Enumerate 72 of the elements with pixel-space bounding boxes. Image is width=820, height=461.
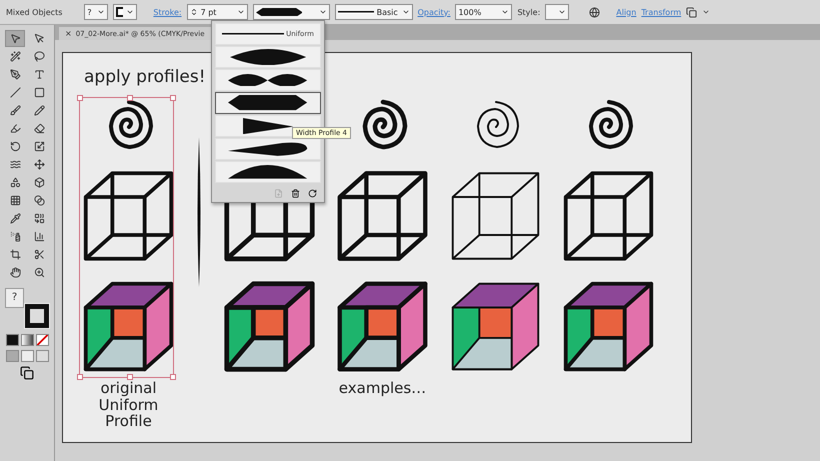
pen-icon (10, 69, 20, 80)
type-icon (34, 69, 44, 80)
fill-dropdown[interactable]: ? (84, 4, 108, 20)
tool-button[interactable] (5, 30, 25, 47)
cube-icon (34, 177, 44, 188)
screen-mode-icon[interactable] (20, 366, 34, 380)
waves-icon (10, 159, 20, 170)
delete-icon[interactable] (291, 188, 300, 198)
caret-icon (126, 8, 134, 16)
rotate-icon (10, 141, 20, 152)
eyedropper-icon (10, 213, 20, 224)
hand-icon (10, 267, 20, 278)
move-icon (34, 159, 44, 170)
pointer-icon (10, 33, 20, 44)
width-shape-icon (230, 48, 306, 66)
eraser-icon (34, 123, 44, 134)
width-shape-icon (242, 118, 294, 134)
style-label: Style: (517, 8, 540, 16)
artwork-caption: examples… (338, 380, 426, 396)
width-shape-icon (228, 142, 308, 156)
artwork-caption: original Uniform Profile (98, 380, 158, 430)
caret-icon[interactable] (702, 8, 710, 16)
stroke-weight-field[interactable]: 7 pt (186, 4, 248, 20)
none-button[interactable] (36, 334, 48, 346)
brush-icon (10, 105, 20, 116)
pencil-icon (34, 105, 44, 116)
caret-icon (402, 8, 410, 16)
stroke-color-dropdown[interactable] (113, 4, 138, 20)
close-button[interactable]: × (65, 29, 72, 38)
square-icon (34, 87, 44, 98)
selection-label: Mixed Objects (6, 8, 62, 16)
zoom-icon (34, 267, 44, 278)
artboard-heading: apply profiles! (84, 67, 206, 89)
width-shape-icon (228, 74, 308, 86)
scale-icon (34, 141, 44, 152)
width-shape-icon (228, 95, 308, 111)
width-profile-icon (256, 8, 302, 16)
color-button[interactable] (6, 334, 18, 346)
caret-icon (501, 8, 510, 16)
spinner-icon[interactable] (190, 8, 198, 16)
stroke-swatch-icon (116, 7, 124, 17)
shapes-icon (10, 177, 20, 188)
combine-icon (34, 213, 44, 224)
caret-icon (318, 8, 327, 16)
brush-dropdown[interactable]: Basic (334, 4, 413, 20)
bar-chart-icon (34, 231, 44, 242)
blend-icon (34, 195, 44, 206)
selection-box[interactable] (79, 97, 174, 378)
line-icon (222, 32, 284, 36)
gradient-button[interactable] (20, 334, 34, 346)
scissors-icon (34, 249, 44, 260)
marker-icon (10, 123, 20, 134)
globe-icon[interactable] (589, 6, 600, 18)
reset-icon[interactable] (308, 188, 317, 198)
caret-icon (558, 8, 566, 16)
line-icon (338, 9, 374, 15)
width-shape-icon (228, 165, 308, 179)
stroke-swatch[interactable] (25, 304, 49, 328)
width-profile-dropdown[interactable] (252, 4, 330, 20)
width-profile-option[interactable] (215, 92, 321, 114)
caret-icon (97, 8, 106, 16)
line-icon (10, 87, 20, 98)
caret-icon (236, 8, 245, 16)
arrange-icon[interactable] (686, 6, 698, 18)
opacity-field[interactable]: 100% (455, 4, 512, 20)
pointer-icon (34, 33, 44, 44)
style-dropdown[interactable] (545, 4, 570, 20)
crop-icon (10, 249, 20, 260)
lasso-icon (34, 51, 44, 62)
fill-swatch[interactable]: ? (5, 288, 24, 308)
grid-icon (10, 195, 20, 206)
wand-icon (10, 51, 20, 62)
